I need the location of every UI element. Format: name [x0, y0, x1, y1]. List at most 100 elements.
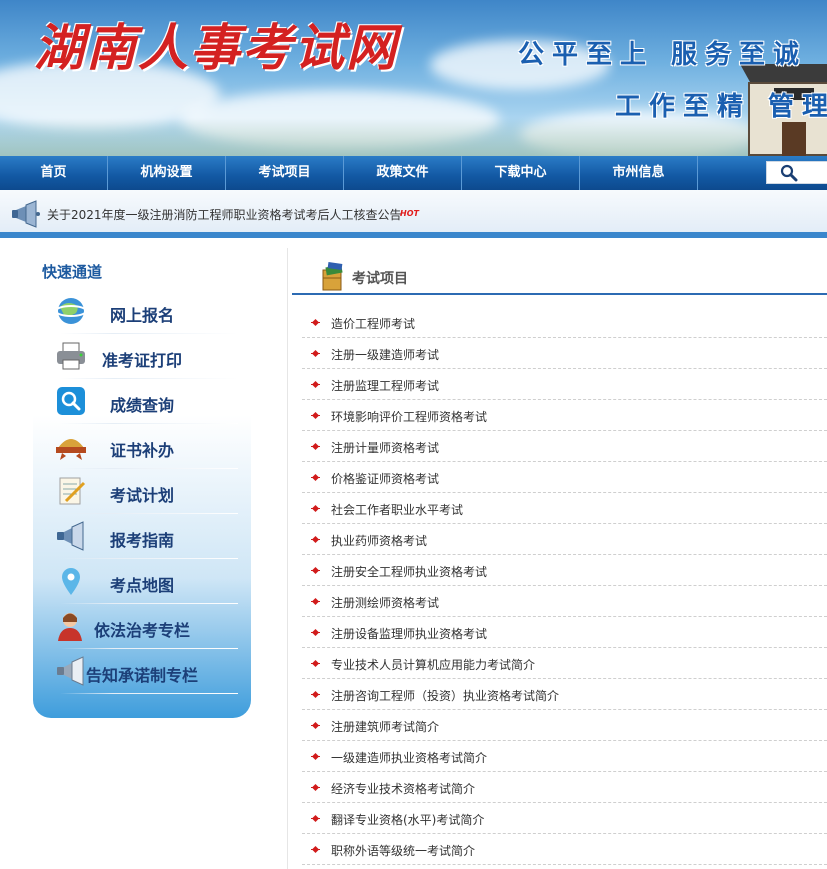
list-item-link[interactable]: 注册测绘师资格考试: [331, 594, 439, 611]
list-item-link[interactable]: 注册设备监理师执业资格考试: [331, 625, 487, 642]
list-item-link[interactable]: 职称外语等级统一考试简介: [331, 842, 475, 859]
bullet-icon: [311, 318, 320, 327]
list-item-link[interactable]: 注册计量师资格考试: [331, 439, 439, 456]
quick-item-admission-print[interactable]: 准考证打印: [50, 334, 238, 379]
list-item-link[interactable]: 社会工作者职业水平考试: [331, 501, 463, 518]
printer-icon: [57, 342, 85, 370]
bullet-icon: [311, 721, 320, 730]
nav-policy-docs[interactable]: 政策文件: [344, 156, 462, 190]
search-icon[interactable]: [780, 164, 798, 182]
megaphone-icon: [12, 200, 40, 228]
list-item-link[interactable]: 注册安全工程师执业资格考试: [331, 563, 487, 580]
tree-line: [0, 118, 827, 156]
quick-access-title: 快速通道: [42, 263, 103, 281]
quick-item-exam-plan[interactable]: 考试计划: [50, 469, 238, 514]
list-item-link[interactable]: 经济专业技术资格考试简介: [331, 780, 475, 797]
list-item[interactable]: 经济专业技术资格考试简介: [302, 772, 827, 803]
globe-icon: [55, 298, 87, 324]
nav-home[interactable]: 首页: [0, 156, 108, 190]
slogan-line-1: 公平至上 服务至诚: [518, 40, 808, 70]
certificate-icon: [56, 439, 86, 460]
list-item-link[interactable]: 注册监理工程师考试: [331, 377, 439, 394]
nav-exam-items[interactable]: 考试项目: [226, 156, 344, 190]
list-item[interactable]: 注册监理工程师考试: [302, 369, 827, 400]
quick-item-label: 成绩查询: [110, 396, 175, 415]
quick-item-law-column[interactable]: 依法治考专栏: [50, 604, 238, 649]
quick-item-label: 准考证打印: [102, 351, 183, 370]
section-title: 考试项目: [352, 271, 408, 287]
bullet-icon: [311, 411, 320, 420]
list-item-link[interactable]: 注册建筑师考试简介: [331, 718, 439, 735]
list-item[interactable]: 翻译专业资格(水平)考试简介: [302, 803, 827, 834]
bullet-icon: [311, 349, 320, 358]
list-item[interactable]: 社会工作者职业水平考试: [302, 493, 827, 524]
section-title-underline: [292, 293, 827, 295]
list-item-link[interactable]: 注册咨询工程师（投资）执业资格考试简介: [331, 687, 559, 704]
slogan-line-2: 工作至精 管理至: [615, 92, 827, 122]
megaphone-icon: [57, 521, 84, 551]
quick-item-label: 网上报名: [110, 306, 175, 325]
list-item-link[interactable]: 价格鉴证师资格考试: [331, 470, 439, 487]
list-item[interactable]: 注册安全工程师执业资格考试: [302, 555, 827, 586]
quick-item-commitment-column[interactable]: 告知承诺制专栏: [50, 649, 238, 694]
list-item[interactable]: 注册咨询工程师（投资）执业资格考试简介: [302, 679, 827, 710]
list-item[interactable]: 执业药师资格考试: [302, 524, 827, 555]
column-divider: [287, 248, 288, 869]
announcement-link[interactable]: 关于2021年度一级注册消防工程师职业资格考试考后人工核查公告: [47, 206, 402, 223]
bullet-icon: [311, 535, 320, 544]
site-logo-title: 湖南人事考试网: [34, 18, 398, 77]
quick-item-exam-site-map[interactable]: 考点地图: [50, 559, 238, 604]
bullet-icon: [311, 752, 320, 761]
list-item[interactable]: 注册设备监理师执业资格考试: [302, 617, 827, 648]
bullet-icon: [311, 628, 320, 637]
site-banner: 湖南人事考试网 公平至上 服务至诚 工作至精 管理至: [0, 0, 827, 156]
person-icon: [58, 613, 82, 641]
hot-badge: HOT: [400, 209, 419, 218]
list-item[interactable]: 注册建筑师考试简介: [302, 710, 827, 741]
main-nav: 首页 机构设置 考试项目 政策文件 下载中心 市州信息: [0, 156, 827, 190]
list-item[interactable]: 专业技术人员计算机应用能力考试简介: [302, 648, 827, 679]
list-item-link[interactable]: 环境影响评价工程师资格考试: [331, 408, 487, 425]
bullet-icon: [311, 597, 320, 606]
bullet-icon: [311, 504, 320, 513]
list-item[interactable]: 注册测绘师资格考试: [302, 586, 827, 617]
quick-item-label: 考试计划: [110, 486, 175, 505]
bullet-icon: [311, 380, 320, 389]
list-item[interactable]: 一级建造师执业资格考试简介: [302, 741, 827, 772]
bullet-icon: [311, 473, 320, 482]
nav-download-center[interactable]: 下载中心: [462, 156, 580, 190]
quick-item-exam-guide[interactable]: 报考指南: [50, 514, 238, 559]
list-item-link[interactable]: 执业药师资格考试: [331, 532, 427, 549]
list-item[interactable]: 环境影响评价工程师资格考试: [302, 400, 827, 431]
nav-city-info[interactable]: 市州信息: [580, 156, 698, 190]
quick-item-label: 报考指南: [110, 531, 175, 550]
list-item-link[interactable]: 翻译专业资格(水平)考试简介: [331, 811, 484, 828]
bullet-icon: [311, 566, 320, 575]
quick-item-label: 证书补办: [110, 441, 175, 460]
quick-item-label: 考点地图: [110, 576, 175, 595]
quick-item-online-registration[interactable]: 网上报名: [50, 289, 238, 334]
bullet-icon: [311, 783, 320, 792]
list-item[interactable]: 注册一级建造师考试: [302, 338, 827, 369]
megaphone-icon: [57, 656, 84, 686]
list-item-link[interactable]: 一级建造师执业资格考试简介: [331, 749, 487, 766]
map-pin-icon: [62, 568, 80, 595]
list-item[interactable]: 注册计量师资格考试: [302, 431, 827, 462]
list-item[interactable]: 职称外语等级统一考试简介: [302, 834, 827, 865]
book-stack-icon: [322, 262, 343, 291]
quick-item-certificate-reissue[interactable]: 证书补办: [50, 424, 238, 469]
quick-item-label: 告知承诺制专栏: [86, 666, 199, 685]
magnifier-icon: [57, 387, 85, 415]
list-item[interactable]: 价格鉴证师资格考试: [302, 462, 827, 493]
bullet-icon: [311, 659, 320, 668]
quick-item-label: 依法治考专栏: [94, 621, 191, 640]
list-item-link[interactable]: 注册一级建造师考试: [331, 346, 439, 363]
list-item[interactable]: 造价工程师考试: [302, 307, 827, 338]
announcement-bar: 关于2021年度一级注册消防工程师职业资格考试考后人工核查公告 HOT: [0, 190, 827, 238]
list-item-link[interactable]: 专业技术人员计算机应用能力考试简介: [331, 656, 535, 673]
nav-organization[interactable]: 机构设置: [108, 156, 226, 190]
bullet-icon: [311, 690, 320, 699]
quick-item-score-query[interactable]: 成绩查询: [50, 379, 238, 424]
bullet-icon: [311, 442, 320, 451]
list-item-link[interactable]: 造价工程师考试: [331, 315, 415, 332]
